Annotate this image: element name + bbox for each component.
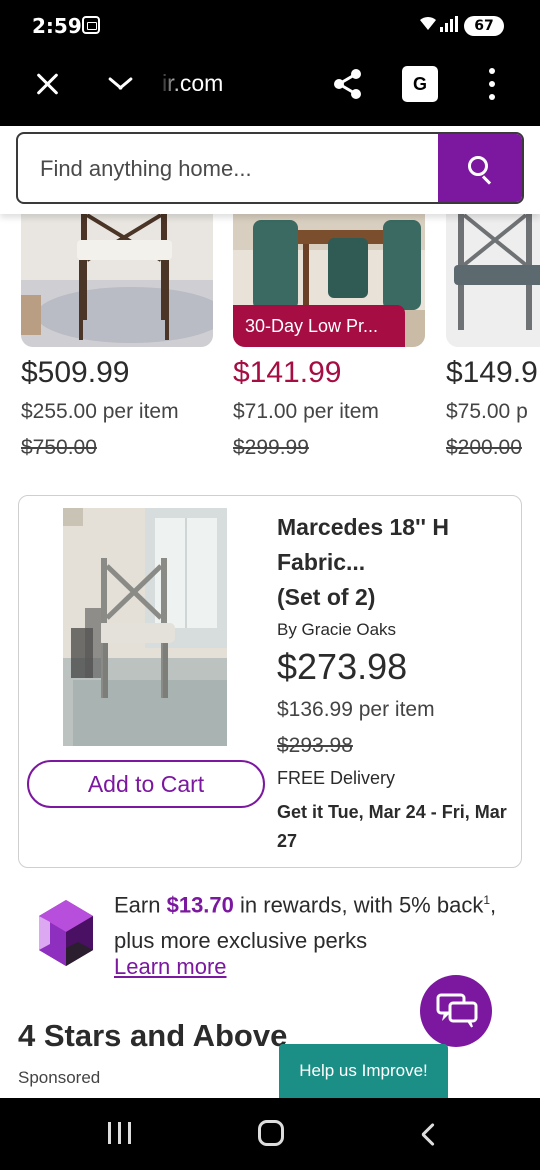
product-original-price: $293.98 [277,734,353,757]
recent-apps-icon[interactable] [108,1122,132,1144]
product-image[interactable] [446,214,540,347]
back-icon[interactable] [416,1122,440,1146]
rewards-amount: $13.70 [166,892,234,918]
section-title: 4 Stars and Above [18,1018,288,1053]
carousel-original-price: $200.00 [446,436,522,459]
product-image[interactable] [21,214,213,347]
product-title-line: Marcedes 18'' H [277,514,450,540]
home-icon[interactable] [258,1120,284,1146]
product-brand: By Gracie Oaks [277,620,397,639]
product-per-item: $136.99 per item [277,698,435,721]
rewards-middle: in rewards, with 5% back [233,892,484,918]
system-nav-bar [0,1098,540,1170]
carousel-original-price: $750.00 [21,436,97,459]
wifi-icon [418,14,438,37]
delivery-label: FREE Delivery [277,768,396,788]
carousel-price: $149.9 [446,356,538,389]
rewards-gem-icon [36,898,96,968]
product-image[interactable]: 30-Day Low Pr... [233,214,425,347]
carousel-per-item: $75.00 p [446,400,528,423]
url-fade [158,66,182,102]
delivery-date: Get it Tue, Mar 24 - Fri, Mar 27 [277,802,507,851]
rewards-footnote: 1 [483,893,491,907]
search-placeholder: Find anything home... [40,156,252,181]
screenshot-icon [82,16,100,34]
battery-icon: 67 [464,16,504,36]
status-time: 2:59 [32,14,82,38]
carousel-per-item: $255.00 per item [21,400,179,423]
search-icon [468,156,488,176]
search-input[interactable]: Find anything home... [16,132,524,204]
search-button[interactable] [438,134,522,202]
chat-button[interactable] [420,975,492,1047]
product-carousel: $509.99 $255.00 per item $750.00 30-Day … [0,214,540,474]
carousel-per-item: $71.00 per item [233,400,379,423]
carousel-price: $141.99 [233,356,342,389]
translate-icon[interactable]: G [402,66,438,102]
browser-toolbar: ir.com G [0,52,540,126]
product-image[interactable] [63,508,227,746]
search-bar: Find anything home... [0,126,540,214]
chevron-down-icon[interactable] [106,72,134,96]
chat-icon [436,993,478,1028]
add-to-cart-button[interactable]: Add to Cart [27,760,265,808]
sale-badge: 30-Day Low Pr... [233,305,405,347]
product-title[interactable]: Marcedes 18'' H Fabric... (Set of 2) [277,510,513,615]
product-price: $273.98 [277,646,408,687]
rewards-text: Earn $13.70 in rewards, with 5% back1, p… [114,882,524,959]
sponsored-label: Sponsored [18,1068,101,1087]
product-card[interactable]: Marcedes 18'' H Fabric... (Set of 2) By … [18,495,522,868]
close-icon[interactable] [34,70,62,98]
carousel-original-price: $299.99 [233,436,309,459]
rewards-prefix: Earn [114,892,167,918]
carousel-price: $509.99 [21,356,130,389]
more-menu-icon[interactable] [486,68,498,100]
help-improve-button[interactable]: Help us Improve! [279,1044,448,1098]
product-title-line: Fabric... [277,549,366,575]
status-bar: 2:59 67 [0,0,540,52]
learn-more-link[interactable]: Learn more [114,954,227,980]
signal-icon [440,16,458,32]
share-icon[interactable] [330,66,366,102]
product-title-line: (Set of 2) [277,584,376,610]
